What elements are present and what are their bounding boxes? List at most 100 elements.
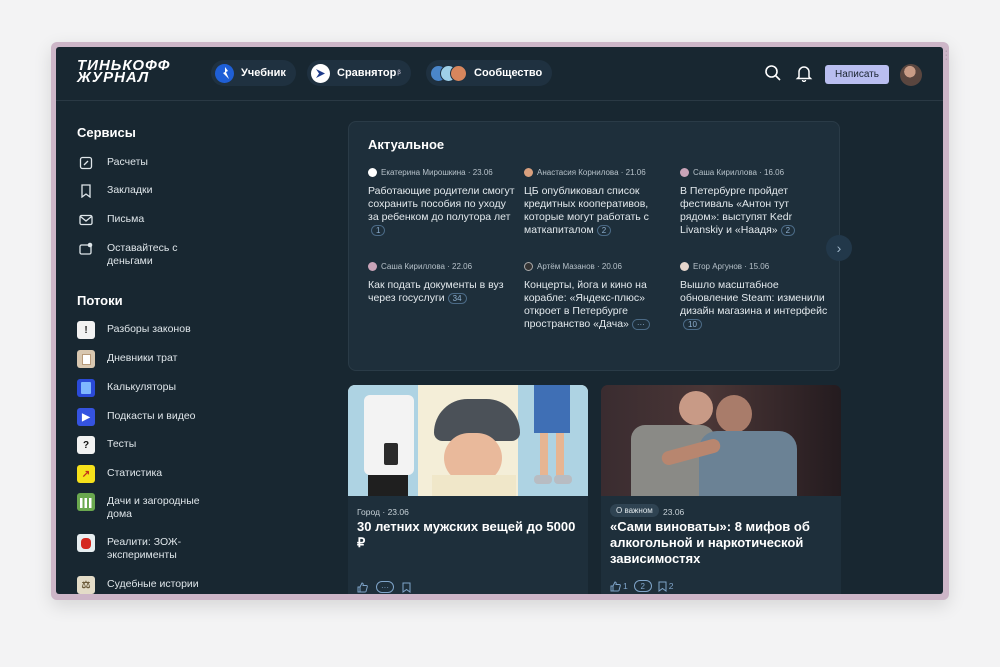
- search-icon[interactable]: [764, 64, 782, 82]
- sidebar-item-laws[interactable]: ! Разборы законов: [77, 321, 277, 339]
- author-avatar: [524, 262, 533, 271]
- card-title: 30 летних мужских вещей до 5000 ₽: [357, 519, 576, 550]
- news-text: Вышло масштабное обновление Steam: измен…: [680, 279, 828, 317]
- news-author: Анастасия Корнилова: [537, 168, 619, 177]
- news-item[interactable]: Анастасия Корнилова · 21.06 ЦБ опубликов…: [524, 166, 674, 237]
- chevron-right-icon[interactable]: ›: [826, 235, 852, 261]
- sidebar-item-reality[interactable]: Реалити: ЗОЖ-эксперименты: [77, 534, 277, 562]
- comments-count: 2: [633, 580, 652, 592]
- news-item[interactable]: Саша Кириллова · 16.06 В Петербурге прой…: [680, 166, 830, 237]
- news-item[interactable]: Саша Кириллова · 22.06 Как подать докуме…: [368, 260, 518, 305]
- article-card[interactable]: О важном 23.06 «Сами виноваты»: 8 мифов …: [601, 385, 841, 594]
- card-date: 23.06: [663, 507, 685, 517]
- sidebar-item-dachas[interactable]: Дачи и загородные дома: [77, 493, 277, 521]
- sidebar-item-bookmarks[interactable]: Закладки: [77, 182, 277, 200]
- card-date: 23.06: [387, 507, 409, 517]
- author-avatar: [368, 262, 377, 271]
- comment-count[interactable]: ···: [631, 319, 650, 330]
- sidebar-item-court[interactable]: ⚖ Судебные истории: [77, 576, 277, 594]
- sidebar-item-diaries[interactable]: Дневники трат: [77, 350, 277, 368]
- sidebar-item-label: Разборы законов: [107, 323, 191, 335]
- news-date: 22.06: [452, 262, 473, 271]
- nav-textbook-label: Учебник: [241, 67, 286, 79]
- news-date: 15.06: [749, 262, 770, 271]
- author-avatar: [368, 168, 377, 177]
- author-avatar: [680, 262, 689, 271]
- logo[interactable]: ТИНЬКОФФ ЖУРНАЛ: [77, 58, 171, 85]
- question-icon: ?: [77, 436, 95, 454]
- streams-title: Потоки: [77, 293, 123, 308]
- comment-count[interactable]: 34: [447, 293, 467, 304]
- sidebar-item-stay-with-money[interactable]: Оставайтесь с деньгами: [77, 240, 277, 268]
- bookmark-button[interactable]: [402, 582, 413, 593]
- author-avatar: [524, 168, 533, 177]
- comment-button[interactable]: 2: [633, 580, 652, 592]
- news-author: Екатерина Мирошкина: [381, 168, 466, 177]
- news-author: Саша Кириллова: [693, 168, 757, 177]
- news-date: 21.06: [625, 168, 646, 177]
- sidebar-item-label: Дачи и загородные дома: [107, 495, 200, 520]
- sidebar-item-label: Реалити: ЗОЖ-эксперименты: [107, 536, 182, 561]
- nav-community-label: Сообщество: [474, 67, 543, 79]
- news-date: 16.06: [764, 168, 785, 177]
- calc-tag-icon: [77, 154, 95, 172]
- comment-count[interactable]: 1: [371, 225, 386, 236]
- article-image: [601, 385, 841, 496]
- news-author: Саша Кириллова: [381, 262, 445, 271]
- sidebar-item-statistics[interactable]: ↗ Статистика: [77, 465, 277, 483]
- beta-mark: β: [397, 70, 401, 76]
- card-badge[interactable]: О важном: [610, 504, 659, 517]
- news-text: Концерты, йога и кино на корабле: «Яндек…: [524, 279, 647, 330]
- comment-button[interactable]: ···: [376, 581, 396, 593]
- sidebar-item-calculators[interactable]: Калькуляторы: [77, 379, 277, 397]
- scales-icon: ⚖: [77, 576, 95, 594]
- comment-count[interactable]: 10: [683, 319, 702, 330]
- community-avatars-icon: [430, 64, 467, 82]
- news-text: Работающие родители смогут сохранить пос…: [368, 185, 515, 223]
- mail-icon: [77, 211, 95, 229]
- comment-count[interactable]: 2: [780, 225, 796, 236]
- actual-news-panel: Актуальное Екатерина Мирошкина · 23.06 Р…: [348, 121, 840, 371]
- nav-textbook[interactable]: Учебник: [211, 60, 296, 86]
- news-item[interactable]: Екатерина Мирошкина · 23.06 Работающие р…: [368, 166, 518, 237]
- sidebar-item-label: Статистика: [107, 467, 163, 479]
- likes-count: 1: [623, 581, 628, 591]
- news-author: Артём Мазанов: [537, 262, 595, 271]
- sidebar-item-label: Тесты: [107, 438, 137, 450]
- sidebar-item-label: Письма: [107, 213, 145, 225]
- article-card[interactable]: Город · 23.06 30 летних мужских вещей до…: [348, 385, 588, 594]
- news-item[interactable]: Егор Аргунов · 15.06 Вышло масштабное об…: [680, 260, 830, 331]
- news-text: В Петербурге пройдет фестиваль «Антон ту…: [680, 185, 793, 236]
- comparator-icon: [311, 63, 330, 83]
- sidebar-item-label: Дневники трат: [107, 352, 178, 364]
- like-button[interactable]: [357, 581, 370, 593]
- money-mail-icon: [77, 240, 95, 258]
- sidebar-item-tests[interactable]: ? Тесты: [77, 436, 277, 454]
- stats-arrow-icon: ↗: [77, 465, 95, 483]
- bell-icon[interactable]: [795, 64, 813, 83]
- top-header: ТИНЬКОФФ ЖУРНАЛ Учебник Сравнятор β Сооб…: [56, 47, 943, 101]
- saves-count: 2: [668, 581, 674, 591]
- news-author: Егор Аргунов: [693, 262, 743, 271]
- actual-title: Актуальное: [368, 137, 445, 152]
- card-title: «Сами виноваты»: 8 мифов об алкогольной …: [610, 519, 810, 566]
- sidebar-item-calculations[interactable]: Расчеты: [77, 154, 277, 172]
- bookmark-button[interactable]: 2: [658, 581, 674, 592]
- sidebar-item-podcasts[interactable]: ▶ Подкасты и видео: [77, 408, 277, 426]
- news-date: 23.06: [472, 168, 493, 177]
- window-menu-dots[interactable]: · · ·: [945, 48, 947, 63]
- boxing-glove-icon: [77, 534, 95, 552]
- news-item[interactable]: Артём Мазанов · 20.06 Концерты, йога и к…: [524, 260, 674, 331]
- article-image: [348, 385, 588, 496]
- comment-count[interactable]: 2: [596, 225, 612, 236]
- nav-community[interactable]: Сообщество: [426, 60, 553, 86]
- sidebar-item-letters[interactable]: Письма: [77, 211, 277, 229]
- user-avatar[interactable]: [900, 64, 922, 86]
- app-screen: ТИНЬКОФФ ЖУРНАЛ Учебник Сравнятор β Сооб…: [56, 47, 943, 594]
- write-button[interactable]: Написать: [825, 65, 889, 84]
- services-title: Сервисы: [77, 125, 136, 140]
- like-button[interactable]: 1: [610, 580, 628, 592]
- nav-comparator[interactable]: Сравнятор β: [307, 60, 411, 86]
- news-date: 20.06: [601, 262, 622, 271]
- author-avatar: [680, 168, 689, 177]
